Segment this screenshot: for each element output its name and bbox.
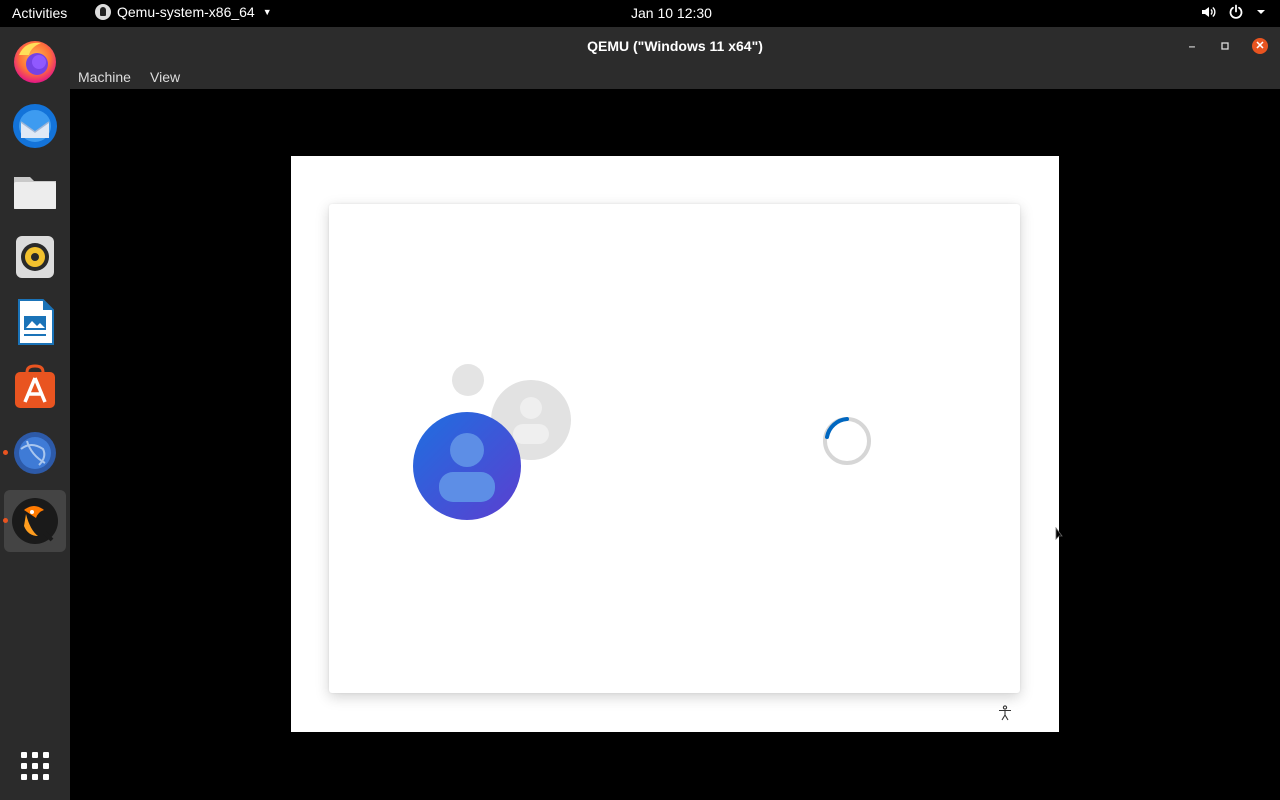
restore-icon — [1221, 42, 1229, 50]
software-store-icon — [15, 364, 55, 408]
minimize-button[interactable]: – — [1184, 38, 1200, 54]
window-titlebar[interactable]: QEMU ("Windows 11 x64") – ✕ — [70, 27, 1280, 64]
volume-icon — [1202, 6, 1216, 18]
firefox-icon — [14, 41, 56, 83]
close-button[interactable]: ✕ — [1252, 38, 1268, 54]
app-menu-label: Qemu-system-x86_64 — [117, 4, 255, 20]
dock-item-files[interactable] — [4, 160, 66, 222]
qemu-icon — [12, 498, 58, 544]
dock — [0, 27, 70, 800]
user-accounts-illustration — [413, 364, 571, 520]
document-icon — [18, 299, 54, 345]
chevron-down-icon — [1257, 10, 1265, 14]
chevron-down-icon: ▼ — [262, 7, 272, 17]
dock-item-libreoffice-writer[interactable] — [4, 291, 66, 353]
window-title: QEMU ("Windows 11 x64") — [587, 38, 763, 54]
thunderbird-icon — [13, 104, 57, 148]
dock-item-firefox[interactable] — [4, 30, 66, 92]
show-applications-button[interactable] — [4, 735, 66, 797]
guest-display[interactable] — [291, 156, 1059, 732]
menu-view[interactable]: View — [150, 69, 180, 85]
grid-icon — [21, 752, 49, 780]
loading-spinner-icon — [823, 417, 871, 465]
app-menu[interactable]: Qemu-system-x86_64 ▼ — [95, 4, 272, 20]
globe-icon — [14, 432, 56, 474]
accessibility-icon[interactable] — [997, 705, 1013, 721]
folder-icon — [14, 177, 56, 209]
power-icon — [1229, 4, 1243, 19]
dock-item-network[interactable] — [3, 422, 66, 484]
maximize-button[interactable] — [1217, 38, 1233, 54]
qemu-app-icon — [95, 4, 111, 20]
running-indicator — [3, 450, 8, 455]
dock-item-rhythmbox[interactable] — [4, 226, 66, 288]
activities-button[interactable]: Activities — [12, 5, 67, 21]
dock-item-qemu[interactable] — [3, 490, 66, 552]
dock-item-ubuntu-software[interactable] — [4, 357, 66, 419]
setup-card — [329, 204, 1020, 693]
menu-bar: Machine View — [70, 64, 1280, 89]
top-bar: Activities Qemu-system-x86_64 ▼ Jan 10 1… — [0, 0, 1280, 27]
clock[interactable]: Jan 10 12:30 — [631, 5, 712, 21]
system-tray[interactable] — [1200, 4, 1266, 20]
menu-machine[interactable]: Machine — [78, 69, 131, 85]
dock-item-thunderbird[interactable] — [4, 95, 66, 157]
speaker-icon — [16, 236, 54, 278]
running-indicator — [3, 518, 8, 523]
qemu-window: QEMU ("Windows 11 x64") – ✕ Machine View — [70, 27, 1280, 800]
mouse-cursor-icon — [1055, 527, 1063, 540]
